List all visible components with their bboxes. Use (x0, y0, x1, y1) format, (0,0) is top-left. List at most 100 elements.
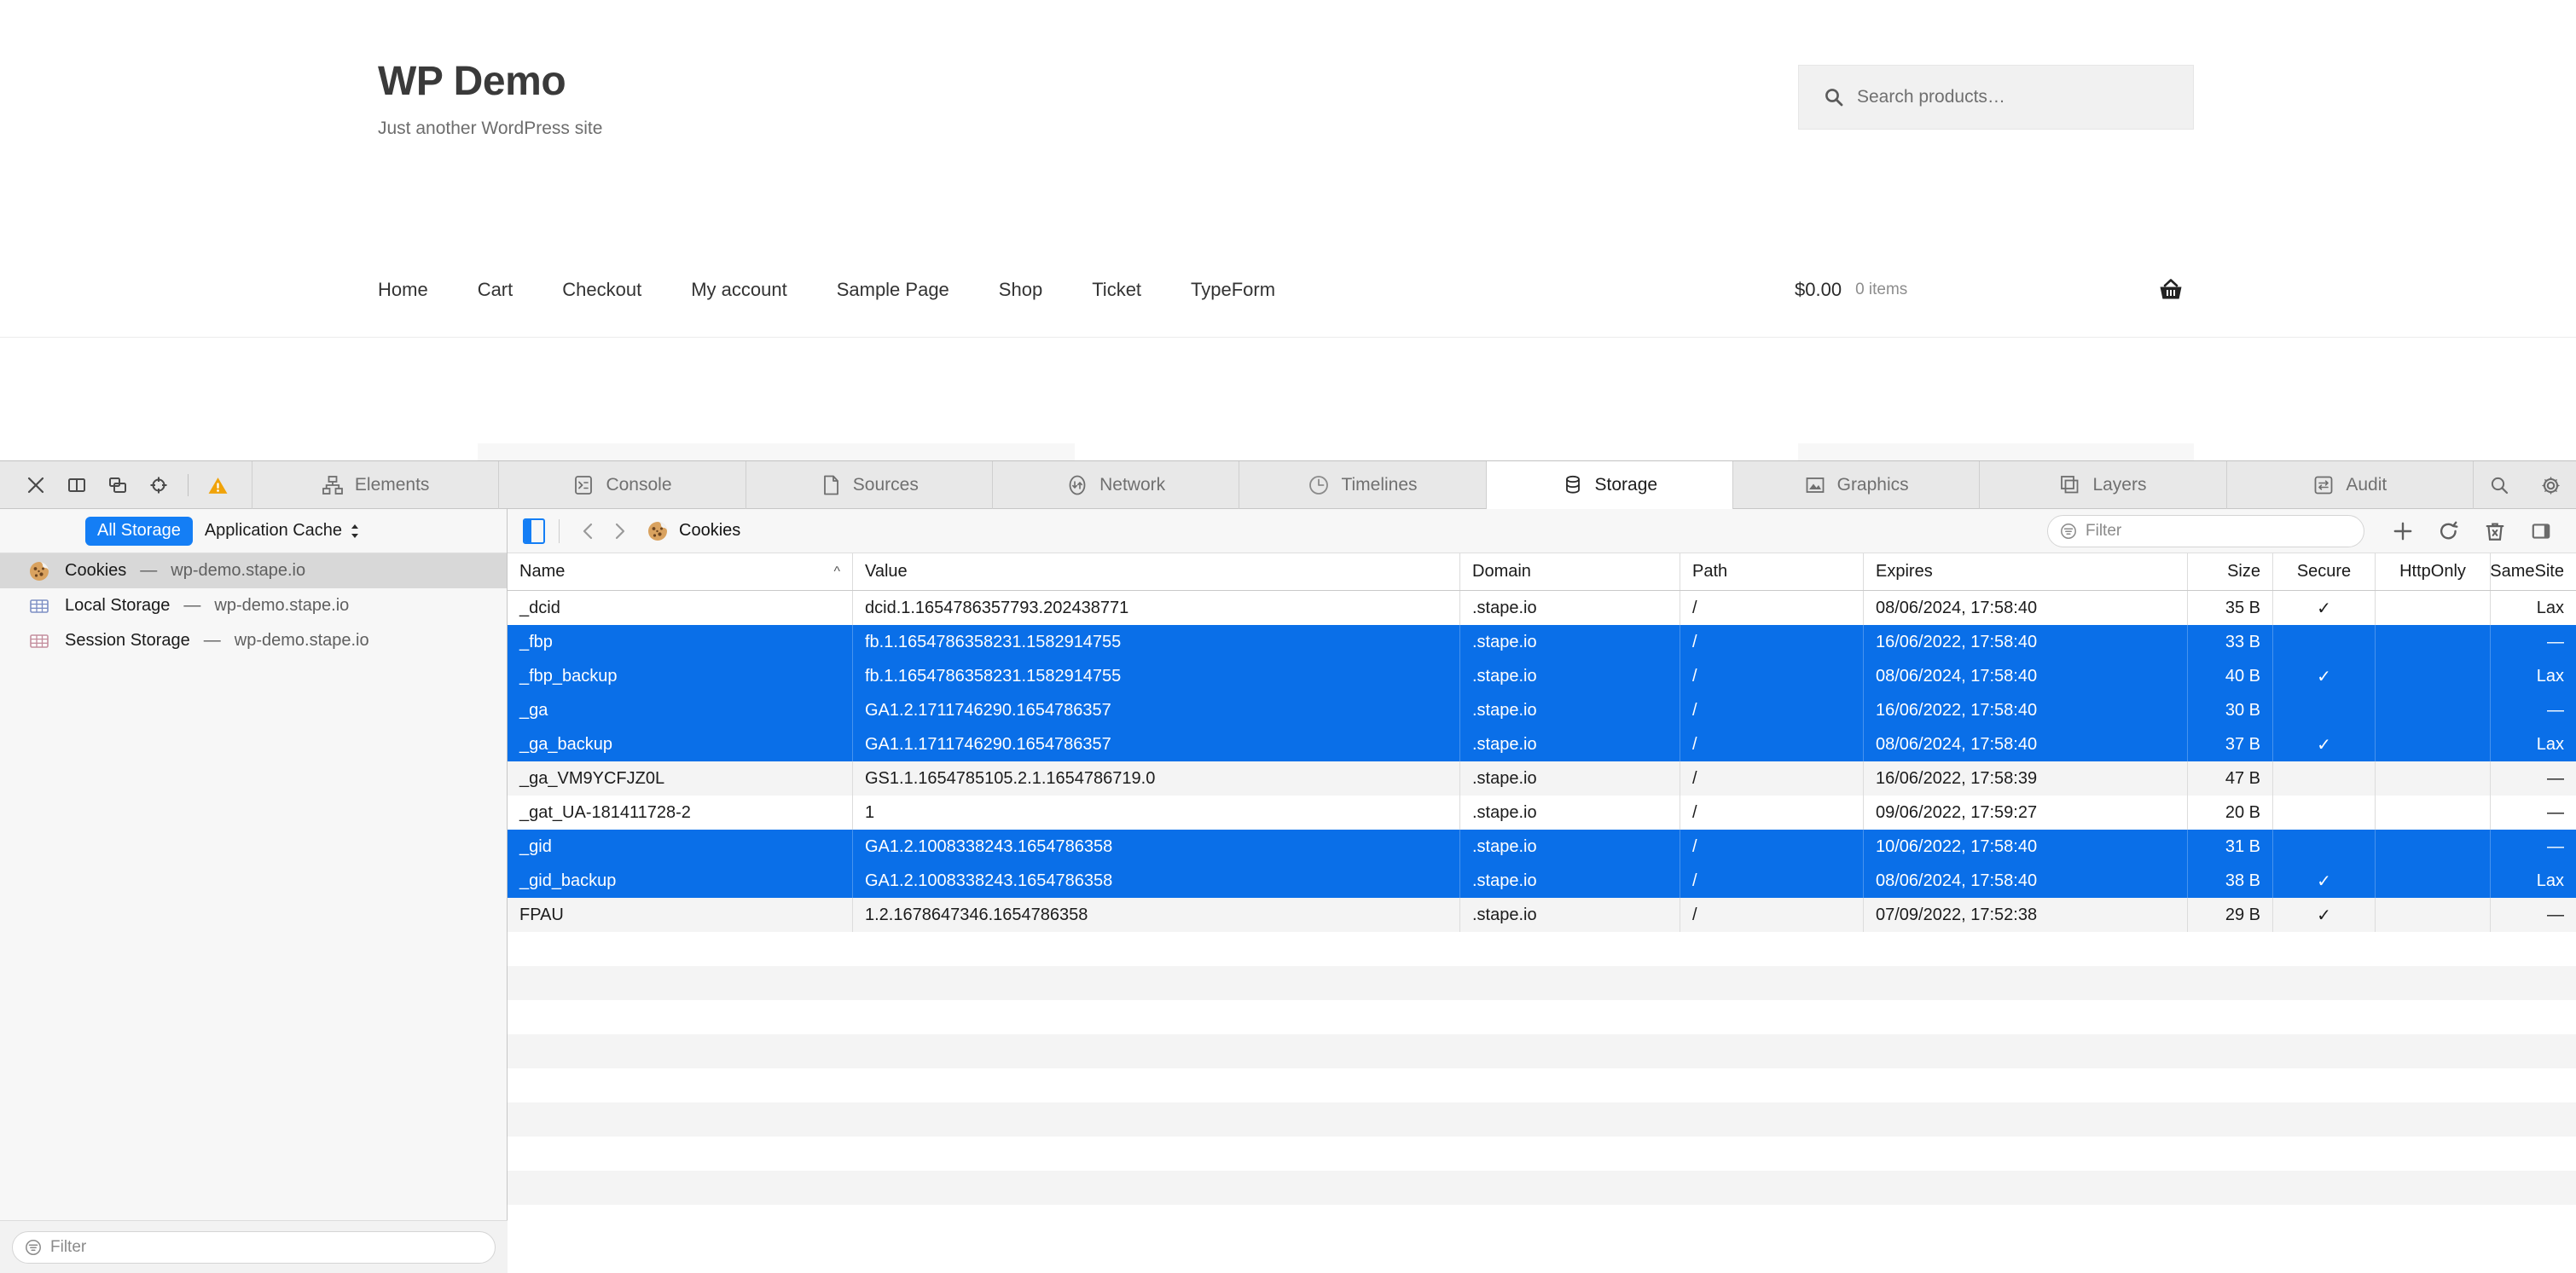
cell-value: GA1.2.1008338243.1654786358 (853, 864, 1460, 898)
tab-graphics[interactable]: Graphics (1733, 461, 1981, 509)
cookies-table: Name ^ Value Domain Path Expires Size Se… (508, 553, 2576, 1205)
warning-icon[interactable] (197, 461, 238, 509)
cell-path: / (1680, 761, 1864, 796)
nav-item-typeform[interactable]: TypeForm (1191, 279, 1275, 301)
sidebar-item-local-storage[interactable]: Local Storage — wp-demo.stape.io (0, 588, 507, 623)
column-header-value[interactable]: Value (853, 553, 1460, 590)
sidebar-item-session-storage-label: Session Storage (65, 631, 190, 650)
site-branding: WP Demo Just another WordPress site (378, 59, 602, 139)
table-row[interactable]: _ga GA1.2.1711746290.1654786357 .stape.i… (508, 693, 2576, 727)
nav-item-checkout[interactable]: Checkout (562, 279, 641, 301)
storage-icon (1562, 474, 1584, 496)
cell-size: 37 B (2188, 727, 2273, 761)
cell-httponly (2376, 591, 2491, 625)
cell-name: _fbp_backup (508, 659, 853, 693)
table-row[interactable]: _dcid dcid.1.1654786357793.202438771 .st… (508, 591, 2576, 625)
cart-summary[interactable]: $0.00 0 items (1795, 243, 1907, 337)
table-row[interactable]: _ga_VM9YCFJZ0L GS1.1.1654785105.2.1.1654… (508, 761, 2576, 796)
nav-item-ticket[interactable]: Ticket (1092, 279, 1141, 301)
site-title[interactable]: WP Demo (378, 59, 602, 105)
cell-domain: .stape.io (1460, 625, 1680, 659)
cell-domain: .stape.io (1460, 761, 1680, 796)
tab-audit-label: Audit (2346, 475, 2387, 495)
refresh-icon[interactable] (2426, 514, 2472, 548)
table-row[interactable]: FPAU 1.2.1678647346.1654786358 .stape.io… (508, 898, 2576, 932)
nav-item-sample-page[interactable]: Sample Page (837, 279, 949, 301)
dock-detach-icon[interactable] (97, 461, 138, 509)
column-header-size[interactable]: Size (2188, 553, 2273, 590)
column-header-httponly[interactable]: HttpOnly (2376, 553, 2491, 590)
element-selector-icon[interactable] (138, 461, 179, 509)
table-row[interactable]: _fbp fb.1.1654786358231.1582914755 .stap… (508, 625, 2576, 659)
dock-split-icon[interactable] (56, 461, 97, 509)
table-row[interactable]: _gid_backup GA1.2.1008338243.1654786358 … (508, 864, 2576, 898)
basket-icon (2158, 278, 2184, 302)
sidebar-item-cookies[interactable]: Cookies — wp-demo.stape.io (0, 553, 507, 588)
sidebar-filter-input[interactable]: Filter (12, 1230, 496, 1264)
application-cache-select[interactable]: Application Cache (205, 521, 361, 541)
table-empty-row (508, 1000, 2576, 1034)
trash-icon[interactable] (2472, 514, 2518, 548)
cell-path: / (1680, 898, 1864, 932)
breadcrumb[interactable]: Cookies (647, 520, 740, 542)
nav-item-shop[interactable]: Shop (999, 279, 1042, 301)
column-header-secure[interactable]: Secure (2273, 553, 2376, 590)
search-icon[interactable] (2474, 461, 2525, 509)
close-icon[interactable] (15, 461, 56, 509)
chevron-right-icon[interactable] (604, 516, 635, 547)
tab-sources-label: Sources (852, 475, 919, 495)
table-header-row: Name ^ Value Domain Path Expires Size Se… (508, 553, 2576, 591)
cell-size: 30 B (2188, 693, 2273, 727)
cell-size: 31 B (2188, 830, 2273, 864)
cell-expires: 16/06/2022, 17:58:40 (1864, 625, 2188, 659)
nav-item-home[interactable]: Home (378, 279, 428, 301)
filter-icon (25, 1239, 42, 1256)
table-row[interactable]: _gid GA1.2.1008338243.1654786358 .stape.… (508, 830, 2576, 864)
application-cache-label: Application Cache (204, 521, 343, 540)
column-header-path[interactable]: Path (1680, 553, 1864, 590)
tab-console[interactable]: Console (499, 461, 746, 509)
cell-httponly (2376, 727, 2491, 761)
cell-samesite: Lax (2536, 871, 2564, 890)
product-search-placeholder: Search products… (1857, 87, 2005, 107)
gear-icon[interactable] (2525, 461, 2576, 509)
tab-audit[interactable]: Audit (2227, 461, 2474, 509)
column-header-samesite[interactable]: SameSite (2491, 553, 2576, 590)
table-grid-pink-icon (27, 629, 51, 653)
cell-secure (2273, 796, 2376, 830)
column-header-name[interactable]: Name ^ (508, 553, 853, 590)
graphics-icon (1804, 474, 1826, 496)
all-storage-pill[interactable]: All Storage (85, 516, 193, 546)
tab-layers-label: Layers (2092, 475, 2147, 495)
cart-total: $0.00 (1795, 279, 1842, 300)
sidebar-toggle-icon[interactable] (523, 518, 545, 544)
cell-value: GA1.1.1711746290.1654786357 (853, 727, 1460, 761)
nav-item-my-account[interactable]: My account (691, 279, 787, 301)
tab-layers[interactable]: Layers (1980, 461, 2227, 509)
table-empty-rows (508, 932, 2576, 1205)
chevron-left-icon[interactable] (573, 516, 604, 547)
cell-expires: 16/06/2022, 17:58:40 (1864, 693, 2188, 727)
table-row[interactable]: _fbp_backup fb.1.1654786358231.158291475… (508, 659, 2576, 693)
sidebar-item-session-storage[interactable]: Session Storage — wp-demo.stape.io (0, 623, 507, 658)
product-search-field[interactable]: Search products… (1798, 65, 2194, 130)
table-filter-placeholder: Filter (2086, 521, 2122, 540)
cart-button[interactable] (2158, 243, 2184, 337)
details-panel-toggle-icon[interactable] (2518, 514, 2564, 548)
nav-item-cart[interactable]: Cart (478, 279, 513, 301)
table-row[interactable]: _gat_UA-181411728-2 1 .stape.io / 09/06/… (508, 796, 2576, 830)
tab-sources[interactable]: Sources (746, 461, 993, 509)
column-header-domain[interactable]: Domain (1460, 553, 1680, 590)
cell-samesite: — (2547, 802, 2564, 822)
column-header-expires[interactable]: Expires (1864, 553, 2188, 590)
table-filter-input[interactable]: Filter (2047, 514, 2364, 547)
cell-expires: 08/06/2024, 17:58:40 (1864, 727, 2188, 761)
cell-name: _ga_VM9YCFJZ0L (508, 761, 853, 796)
tab-network[interactable]: Network (993, 461, 1240, 509)
tab-elements[interactable]: Elements (252, 461, 500, 509)
tab-storage[interactable]: Storage (1486, 461, 1733, 509)
table-row[interactable]: _ga_backup GA1.1.1711746290.1654786357 .… (508, 727, 2576, 761)
add-icon[interactable] (2380, 514, 2426, 548)
tab-timelines[interactable]: Timelines (1239, 461, 1487, 509)
webpage-viewport: WP Demo Just another WordPress site Sear… (0, 0, 2576, 460)
